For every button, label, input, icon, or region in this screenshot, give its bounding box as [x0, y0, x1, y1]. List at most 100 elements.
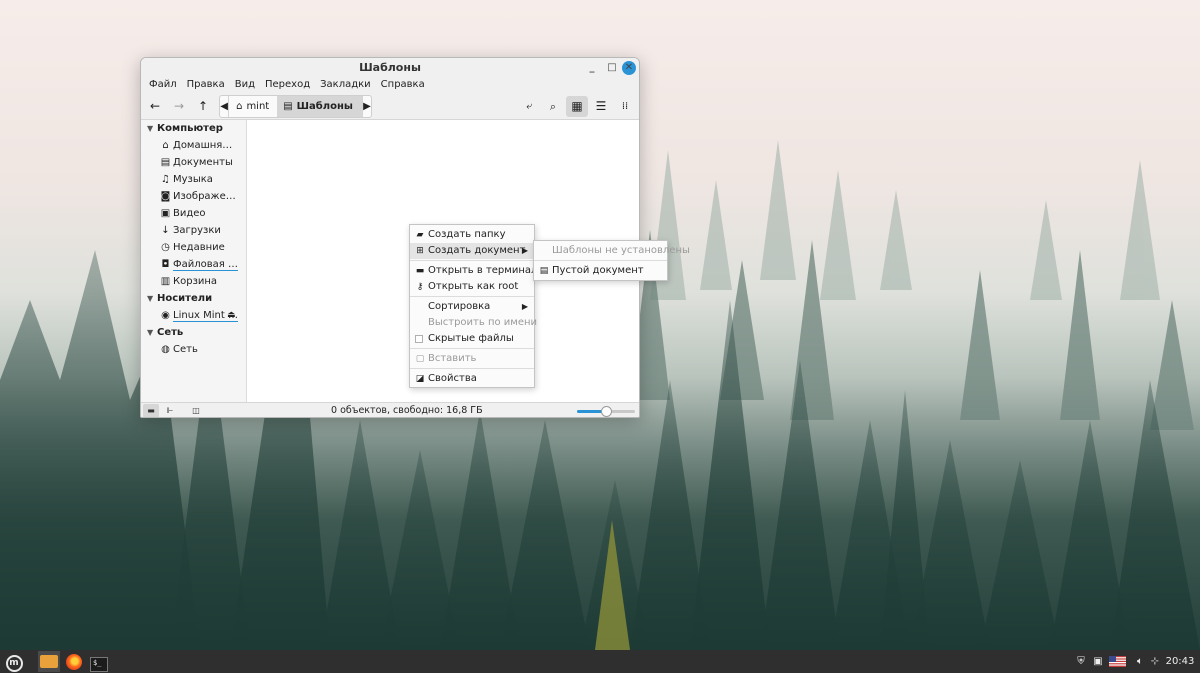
document-icon: ▤ [283, 101, 293, 112]
sidebar-item-linux-mint-disc[interactable]: ◉ Linux Mint … ⏏ [141, 307, 246, 324]
clock[interactable]: 20:43 [1165, 650, 1195, 673]
sidebar-item-network[interactable]: ◍ Сеть [141, 341, 246, 358]
list-view-icon[interactable]: ☰ [590, 96, 612, 117]
sidebar-item-downloads[interactable]: ↓ Загрузки [141, 222, 246, 239]
up-arrow-icon[interactable]: ↑ [192, 96, 214, 117]
disc-icon: ◉ [161, 310, 170, 321]
menu-item-label: Пустой документ [552, 265, 644, 276]
close-button[interactable]: ✕ [622, 61, 636, 75]
back-arrow-icon[interactable]: ← [144, 96, 166, 117]
volume-icon[interactable]: 🔈︎ [1133, 650, 1147, 673]
menu-item-label: Выстроить по имени [428, 317, 538, 328]
menu-separator [410, 368, 534, 369]
menu-file[interactable]: Файл [144, 77, 182, 93]
menu-separator [410, 260, 534, 261]
statusbar: ▬ ⊩ ◫ 0 объектов, свободно: 16,8 ГБ [141, 402, 639, 417]
menu-item-paste: ▢ Вставить [410, 351, 534, 367]
key-icon: ⚷ [416, 282, 424, 292]
window-titlebar[interactable]: Шаблоны _ □ ✕ [141, 58, 639, 77]
show-treeview-icon[interactable]: ⊩ [162, 404, 178, 417]
icon-view-icon[interactable]: ▦ [566, 96, 588, 117]
sidebar-item-videos[interactable]: ▣ Видео [141, 205, 246, 222]
shield-icon[interactable]: ⛨ [1074, 650, 1088, 673]
compact-view-icon[interactable]: ⁞⁞ [614, 96, 636, 117]
menu-view[interactable]: Вид [230, 77, 260, 93]
network-icon[interactable]: ⊹ [1148, 650, 1162, 673]
menu-item-create-document[interactable]: ⊞ Создать документ ▶ [410, 243, 534, 259]
terminal-icon: ▬ [415, 266, 425, 276]
home-icon: ⌂ [162, 140, 169, 151]
toggle-sidebar-icon[interactable]: ◫ [188, 404, 204, 417]
menu-item-label: Вставить [428, 353, 477, 364]
network-icon: ◍ [161, 344, 170, 355]
keyboard-layout-flag-icon[interactable] [1109, 656, 1126, 667]
submenu-item-empty-document[interactable]: ▤ Пустой документ [534, 263, 667, 279]
menubar: Файл Правка Вид Переход Закладки Справка [141, 77, 639, 93]
firefox-icon [66, 654, 82, 670]
forward-arrow-icon[interactable]: → [168, 96, 190, 117]
breadcrumb-home-label: mint [246, 101, 270, 112]
sidebar-item-label: Документы [173, 157, 233, 168]
sidebar-item-recent[interactable]: ◷ Недавние [141, 239, 246, 256]
zoom-slider[interactable] [577, 406, 635, 417]
update-manager-icon[interactable]: ▣ [1091, 650, 1105, 673]
menu-item-hidden-files[interactable]: Скрытые файлы [410, 331, 534, 347]
maximize-button[interactable]: □ [605, 61, 619, 75]
context-menu: ▰ Создать папку ⊞ Создать документ ▶ ▬ Откры… [409, 224, 544, 388]
menu-separator [410, 348, 534, 349]
menu-item-label: Открыть как root [428, 281, 519, 292]
expander-down-icon: ▼ [147, 124, 154, 133]
properties-icon: ◪ [415, 374, 425, 384]
taskbar-terminal-button[interactable]: $_ [88, 651, 110, 672]
eject-icon[interactable]: ⏏ [227, 307, 236, 324]
breadcrumb-current-label: Шаблоны [296, 101, 353, 112]
us-flag-icon [1109, 656, 1126, 667]
sidebar-item-label: Домашня… [173, 140, 233, 151]
sidebar-item-label: Сеть [173, 344, 198, 355]
sidebar-item-home[interactable]: ⌂ Домашня… [141, 137, 246, 154]
mint-logo-icon: m [5, 655, 23, 672]
hidden-files-checkbox[interactable] [415, 335, 423, 343]
zoom-slider-handle[interactable] [601, 406, 612, 417]
menu-item-label: Создать папку [428, 229, 506, 240]
taskbar-firefox-button[interactable] [63, 651, 85, 672]
menu-bookmarks[interactable]: Закладки [315, 77, 376, 93]
folder-icon [40, 655, 58, 668]
menu-help[interactable]: Справка [376, 77, 430, 93]
menu-item-sort[interactable]: Сортировка ▶ [410, 299, 534, 315]
sidebar-item-music[interactable]: ♫ Музыка [141, 171, 246, 188]
breadcrumb-current[interactable]: ▤ Шаблоны [277, 96, 362, 117]
sidebar-section-network[interactable]: ▼ Сеть [141, 324, 246, 341]
menu-item-open-terminal[interactable]: ▬ Открыть в терминале [410, 263, 544, 279]
show-places-icon[interactable]: ▬ [143, 404, 159, 417]
minimize-button[interactable]: _ [585, 61, 599, 75]
sidebar-item-pictures[interactable]: ◙ Изображе… [141, 188, 246, 205]
taskbar-files-button[interactable] [38, 651, 60, 672]
search-icon[interactable]: ⌕ [542, 96, 564, 117]
start-menu-button[interactable]: m [3, 651, 25, 672]
menu-item-create-folder[interactable]: ▰ Создать папку [410, 227, 534, 243]
toggle-location-icon[interactable]: ⤶ [518, 96, 540, 117]
expander-down-icon: ▼ [147, 328, 154, 337]
menu-item-properties[interactable]: ◪ Свойства [410, 371, 534, 387]
breadcrumb-left-arrow-icon[interactable]: ◀ [220, 96, 230, 117]
menu-go[interactable]: Переход [260, 77, 315, 93]
sidebar-item-documents[interactable]: ▤ Документы [141, 154, 246, 171]
breadcrumb-home[interactable]: ⌂ mint [229, 96, 277, 117]
menu-edit[interactable]: Правка [182, 77, 230, 93]
create-document-submenu: Шаблоны не установлены ▤ Пустой документ [533, 240, 690, 281]
sidebar-section-devices[interactable]: ▼ Носители [141, 290, 246, 307]
menu-item-open-as-root[interactable]: ⚷ Открыть как root [410, 279, 534, 295]
sidebar-item-label: Файловая … [173, 259, 238, 271]
sidebar-item-filesystem[interactable]: ◘ Файловая … [141, 256, 246, 273]
file-manager-window: Шаблоны _ □ ✕ Файл Правка Вид Переход За… [140, 57, 640, 418]
breadcrumb-right-arrow-icon[interactable]: ▶ [361, 96, 371, 117]
submenu-arrow-icon: ▶ [521, 246, 528, 255]
sidebar-item-trash[interactable]: ▥ Корзина [141, 273, 246, 290]
menu-separator [534, 260, 667, 261]
download-icon: ↓ [161, 225, 170, 236]
sidebar-section-title: Компьютер [157, 123, 223, 134]
sidebar-section-computer[interactable]: ▼ Компьютер [141, 120, 246, 137]
music-icon: ♫ [161, 174, 170, 185]
filesystem-icon: ◘ [161, 259, 170, 270]
